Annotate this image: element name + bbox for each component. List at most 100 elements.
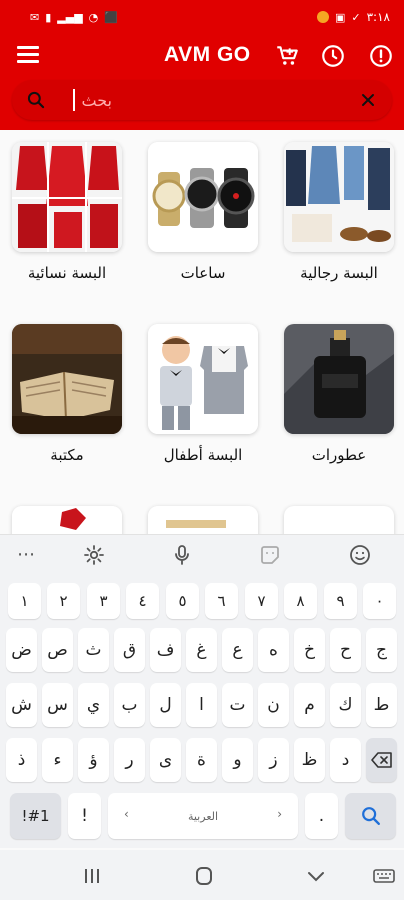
category-partial[interactable] bbox=[148, 506, 258, 534]
app-title: AVM GO bbox=[164, 43, 251, 66]
search-icon[interactable] bbox=[26, 90, 46, 110]
category-label: ساعات bbox=[180, 264, 226, 282]
clock-icon[interactable] bbox=[320, 43, 346, 69]
arrow-right-icon: › bbox=[277, 807, 282, 821]
key[interactable]: ٠ bbox=[363, 583, 396, 619]
category-men-clothing[interactable]: البسة رجالية bbox=[284, 142, 394, 282]
more-options-icon[interactable]: ⋯ bbox=[14, 543, 38, 567]
key[interactable]: ٤ bbox=[126, 583, 159, 619]
category-women-clothing[interactable]: البسة نسائية bbox=[12, 142, 122, 282]
search-key[interactable] bbox=[345, 793, 396, 839]
app-bar: AVM GO bbox=[0, 34, 404, 130]
punctuation-key[interactable]: ! bbox=[68, 793, 101, 839]
key[interactable]: ل bbox=[150, 683, 181, 727]
partial-category-image bbox=[148, 506, 258, 534]
key[interactable]: ٦ bbox=[205, 583, 238, 619]
backspace-icon bbox=[370, 752, 392, 768]
microphone-icon[interactable] bbox=[170, 543, 194, 567]
key[interactable]: ز bbox=[258, 738, 289, 782]
status-time: ٣:١٨ bbox=[366, 10, 390, 24]
key[interactable]: م bbox=[294, 683, 325, 727]
key[interactable]: ن bbox=[258, 683, 289, 727]
key[interactable]: و bbox=[222, 738, 253, 782]
home-icon[interactable] bbox=[192, 866, 216, 886]
category-partial[interactable] bbox=[284, 506, 394, 534]
key[interactable]: د bbox=[330, 738, 361, 782]
messages-icon: ✉ bbox=[30, 10, 40, 24]
sticker-icon[interactable] bbox=[258, 543, 282, 567]
space-key[interactable]: ‹ العربية › bbox=[108, 793, 298, 839]
key[interactable]: ض bbox=[6, 628, 37, 672]
key[interactable]: ح bbox=[330, 628, 361, 672]
key[interactable]: ج bbox=[366, 628, 397, 672]
kids-clothing-image bbox=[148, 324, 258, 434]
recent-apps-icon[interactable] bbox=[80, 866, 104, 886]
key[interactable]: غ bbox=[186, 628, 217, 672]
key[interactable]: ٣ bbox=[87, 583, 120, 619]
period-key[interactable]: . bbox=[305, 793, 338, 839]
keyboard: ⋯ ١ ٢ ٣ ٤ ٥ ٦ ٧ ٨ ٩ ٠ ض ص ث ق ف غ ع ه خ … bbox=[0, 534, 404, 848]
perfume-image bbox=[284, 324, 394, 434]
category-kids-clothing[interactable]: البسة أطفال bbox=[148, 324, 258, 464]
key[interactable]: ٧ bbox=[245, 583, 278, 619]
category-perfume[interactable]: عطورات bbox=[284, 324, 394, 464]
alert-icon[interactable] bbox=[368, 43, 394, 69]
key[interactable]: ى bbox=[150, 738, 181, 782]
key[interactable]: ش bbox=[6, 683, 37, 727]
key[interactable]: ذ bbox=[6, 738, 37, 782]
search-input[interactable] bbox=[62, 84, 352, 116]
category-partial[interactable] bbox=[12, 506, 122, 534]
app-notification-icon bbox=[316, 11, 329, 23]
cart-icon[interactable] bbox=[274, 43, 300, 69]
key[interactable]: ظ bbox=[294, 738, 325, 782]
key[interactable]: ا bbox=[186, 683, 217, 727]
key[interactable]: ء bbox=[42, 738, 73, 782]
key[interactable]: ت bbox=[222, 683, 253, 727]
signal-icon: ▂▄▆ bbox=[57, 10, 83, 24]
key[interactable]: ق bbox=[114, 628, 145, 672]
key[interactable]: ؤ bbox=[78, 738, 109, 782]
symbols-key[interactable]: !#1 bbox=[10, 793, 61, 839]
key[interactable]: ف bbox=[150, 628, 181, 672]
key[interactable]: ٩ bbox=[324, 583, 357, 619]
category-grid: البسة نسائية ساعات البسة رجالية مكتبة ال… bbox=[0, 130, 404, 534]
emoji-icon[interactable] bbox=[348, 543, 372, 567]
key[interactable]: ٥ bbox=[166, 583, 199, 619]
search-icon bbox=[361, 807, 380, 825]
key[interactable]: ة bbox=[186, 738, 217, 782]
app-bar-row: AVM GO bbox=[0, 34, 404, 78]
key[interactable]: ص bbox=[42, 628, 73, 672]
wifi-icon: ◔ bbox=[88, 10, 99, 24]
status-left: ✉ ▮ ▂▄▆ ◔ ⬛ bbox=[30, 12, 118, 23]
settings-icon[interactable] bbox=[82, 543, 106, 567]
key[interactable]: ط bbox=[366, 683, 397, 727]
partial-category-image bbox=[12, 506, 122, 534]
category-watches[interactable]: ساعات bbox=[148, 142, 258, 282]
category-library[interactable]: مكتبة bbox=[12, 324, 122, 464]
key[interactable]: ع bbox=[222, 628, 253, 672]
category-label: مكتبة bbox=[50, 446, 84, 464]
key[interactable]: ر bbox=[114, 738, 145, 782]
key[interactable]: ٨ bbox=[284, 583, 317, 619]
partial-category-image bbox=[284, 506, 394, 534]
key[interactable]: س bbox=[42, 683, 73, 727]
key[interactable]: ث bbox=[78, 628, 109, 672]
category-label: البسة رجالية bbox=[300, 264, 378, 282]
keyboard-toolbar: ⋯ bbox=[0, 535, 404, 575]
key[interactable]: خ bbox=[294, 628, 325, 672]
key[interactable]: ب bbox=[114, 683, 145, 727]
key[interactable]: ١ bbox=[8, 583, 41, 619]
key[interactable]: ه bbox=[258, 628, 289, 672]
key[interactable]: ٢ bbox=[47, 583, 80, 619]
clear-icon[interactable] bbox=[358, 90, 378, 110]
key[interactable]: ي bbox=[78, 683, 109, 727]
battery-saver-icon: ▮ bbox=[45, 10, 52, 24]
category-label: البسة أطفال bbox=[163, 446, 243, 464]
key[interactable]: ك bbox=[330, 683, 361, 727]
backspace-key[interactable] bbox=[366, 738, 397, 782]
watches-image bbox=[148, 142, 258, 252]
menu-icon[interactable] bbox=[17, 46, 39, 66]
notification-icon: ⬛ bbox=[104, 10, 118, 24]
keyboard-switch-icon[interactable] bbox=[372, 866, 396, 886]
back-icon[interactable] bbox=[304, 866, 328, 886]
